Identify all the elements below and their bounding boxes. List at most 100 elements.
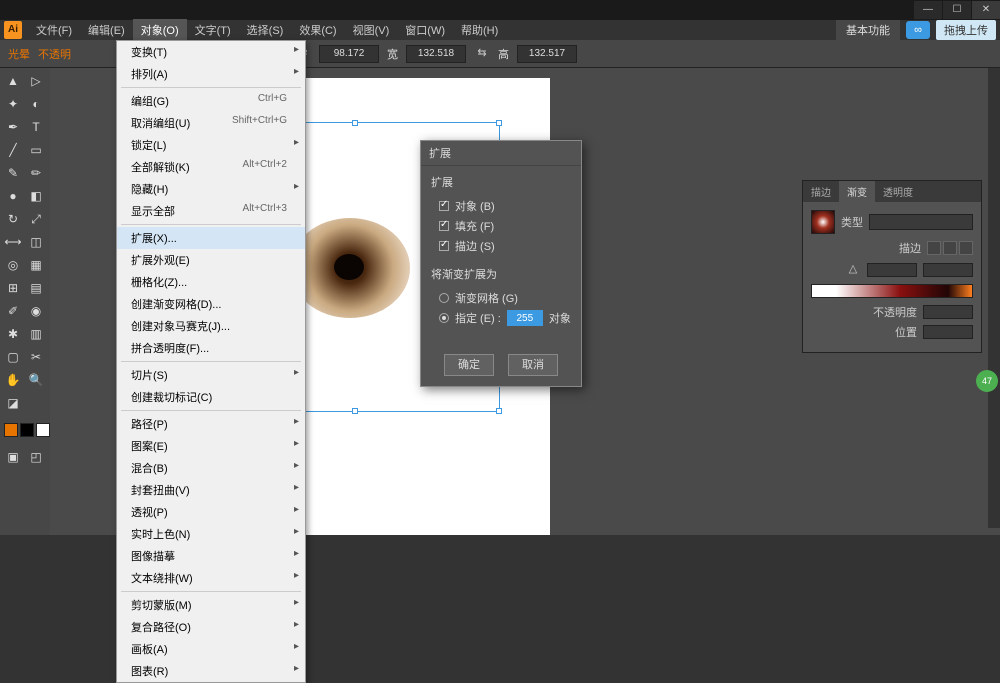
handle-br[interactable]: [496, 408, 502, 414]
menu-item[interactable]: 拼合透明度(F)...: [117, 337, 305, 359]
right-dock[interactable]: [988, 68, 1000, 528]
menu-item[interactable]: 路径(P): [117, 413, 305, 435]
menu-item[interactable]: 扩展外观(E): [117, 249, 305, 271]
shape-builder-tool[interactable]: ◎: [2, 254, 24, 276]
line-tool[interactable]: ╱: [2, 139, 24, 161]
stroke-mode-1-icon[interactable]: [927, 241, 941, 255]
symbol-sprayer-tool[interactable]: ✱: [2, 323, 24, 345]
type-tool[interactable]: T: [25, 116, 47, 138]
width-tool[interactable]: ⟷: [2, 231, 24, 253]
brush-tool[interactable]: ✎: [2, 162, 24, 184]
blend-tool[interactable]: ◉: [25, 300, 47, 322]
menu-item[interactable]: 变换(T): [117, 41, 305, 63]
eraser-tool[interactable]: ◧: [25, 185, 47, 207]
angle-input[interactable]: [867, 263, 917, 277]
menu-item[interactable]: 图表(R): [117, 660, 305, 682]
menu-item[interactable]: 创建渐变网格(D)...: [117, 293, 305, 315]
mesh-tool[interactable]: ⊞: [2, 277, 24, 299]
minimize-button[interactable]: —: [914, 1, 942, 19]
assist-badge[interactable]: 47: [976, 370, 998, 392]
perspective-tool[interactable]: ▦: [25, 254, 47, 276]
y-input[interactable]: [319, 45, 379, 63]
stop-position-input[interactable]: [923, 325, 973, 339]
handle-tc[interactable]: [352, 120, 358, 126]
constrain-icon[interactable]: ⇆: [474, 46, 490, 62]
direct-select-tool[interactable]: ▷: [25, 70, 47, 92]
selection-tool[interactable]: ▲: [2, 70, 24, 92]
eyedropper-tool[interactable]: ✐: [2, 300, 24, 322]
stop-opacity-input[interactable]: [923, 305, 973, 319]
width-input[interactable]: [406, 45, 466, 63]
menu-item[interactable]: 栅格化(Z)...: [117, 271, 305, 293]
rectangle-tool[interactable]: ▭: [25, 139, 47, 161]
menu-item[interactable]: 显示全部Alt+Ctrl+3: [117, 200, 305, 222]
menu-object[interactable]: 对象(O): [133, 19, 187, 41]
checkbox-stroke[interactable]: [439, 241, 449, 251]
handle-bc[interactable]: [352, 408, 358, 414]
menu-item[interactable]: 图像描摹: [117, 545, 305, 567]
menu-file[interactable]: 文件(F): [28, 19, 80, 41]
menu-item[interactable]: 锁定(L): [117, 134, 305, 156]
menu-help[interactable]: 帮助(H): [453, 19, 506, 41]
aspect-input[interactable]: [923, 263, 973, 277]
zoom-tool[interactable]: 🔍: [25, 369, 47, 391]
dialog-title[interactable]: 扩展: [421, 141, 581, 166]
radio-gradient-mesh[interactable]: [439, 293, 449, 303]
free-transform-tool[interactable]: ◫: [25, 231, 47, 253]
none-swatch[interactable]: [36, 423, 50, 437]
menu-item[interactable]: 透视(P): [117, 501, 305, 523]
gradient-tool[interactable]: ▤: [25, 277, 47, 299]
menu-item[interactable]: 全部解锁(K)Alt+Ctrl+2: [117, 156, 305, 178]
hand-tool[interactable]: ✋: [2, 369, 24, 391]
scale-tool[interactable]: ⤢: [25, 208, 47, 230]
checkbox-object[interactable]: [439, 201, 449, 211]
height-input[interactable]: [517, 45, 577, 63]
artboard-tool[interactable]: ▢: [2, 346, 24, 368]
handle-tr[interactable]: [496, 120, 502, 126]
menu-item[interactable]: 扩展(X)...: [117, 227, 305, 249]
menu-select[interactable]: 选择(S): [239, 19, 292, 41]
upload-button[interactable]: 拖拽上传: [936, 20, 996, 40]
gradient-type-select[interactable]: [869, 214, 973, 230]
menu-item[interactable]: 文本绕排(W): [117, 567, 305, 589]
menu-item[interactable]: 创建裁切标记(C): [117, 386, 305, 408]
menu-item[interactable]: 实时上色(N): [117, 523, 305, 545]
menu-item[interactable]: 剪切蒙版(M): [117, 594, 305, 616]
workspace-switcher[interactable]: 基本功能: [836, 20, 900, 40]
draw-mode-tool[interactable]: ◰: [25, 446, 47, 468]
menu-item[interactable]: 混合(B): [117, 457, 305, 479]
gradient-slider[interactable]: [811, 284, 973, 298]
pencil-tool[interactable]: ✏: [25, 162, 47, 184]
tab-transparency[interactable]: 透明度: [875, 181, 921, 202]
menu-view[interactable]: 视图(V): [345, 19, 398, 41]
magic-wand-tool[interactable]: ✦: [2, 93, 24, 115]
stroke-mode-2-icon[interactable]: [943, 241, 957, 255]
gradient-thumbnail[interactable]: [811, 210, 835, 234]
maximize-button[interactable]: ☐: [943, 1, 971, 19]
tab-stroke[interactable]: 描边: [803, 181, 839, 202]
menu-type[interactable]: 文字(T): [187, 19, 239, 41]
pen-tool[interactable]: ✒: [2, 116, 24, 138]
stroke-mode-3-icon[interactable]: [959, 241, 973, 255]
blob-brush-tool[interactable]: ●: [2, 185, 24, 207]
menu-effect[interactable]: 效果(C): [291, 19, 344, 41]
menu-edit[interactable]: 编辑(E): [80, 19, 133, 41]
close-button[interactable]: ✕: [972, 1, 1000, 19]
menu-item[interactable]: 编组(G)Ctrl+G: [117, 90, 305, 112]
screen-mode-tool[interactable]: ▣: [2, 446, 24, 468]
cancel-button[interactable]: 取消: [508, 354, 558, 376]
menu-item[interactable]: 取消编组(U)Shift+Ctrl+G: [117, 112, 305, 134]
menu-item[interactable]: 封套扭曲(V): [117, 479, 305, 501]
rotate-tool[interactable]: ↻: [2, 208, 24, 230]
menu-item[interactable]: 隐藏(H): [117, 178, 305, 200]
lasso-tool[interactable]: ◐: [25, 93, 47, 115]
menu-item[interactable]: 画板(A): [117, 638, 305, 660]
menu-item[interactable]: 创建对象马赛克(J)...: [117, 315, 305, 337]
menu-window[interactable]: 窗口(W): [397, 19, 453, 41]
fill-swatch[interactable]: [4, 423, 18, 437]
ok-button[interactable]: 确定: [444, 354, 494, 376]
graph-tool[interactable]: ▥: [25, 323, 47, 345]
menu-item[interactable]: 排列(A): [117, 63, 305, 85]
stroke-swatch[interactable]: [20, 423, 34, 437]
menu-item[interactable]: 复合路径(O): [117, 616, 305, 638]
